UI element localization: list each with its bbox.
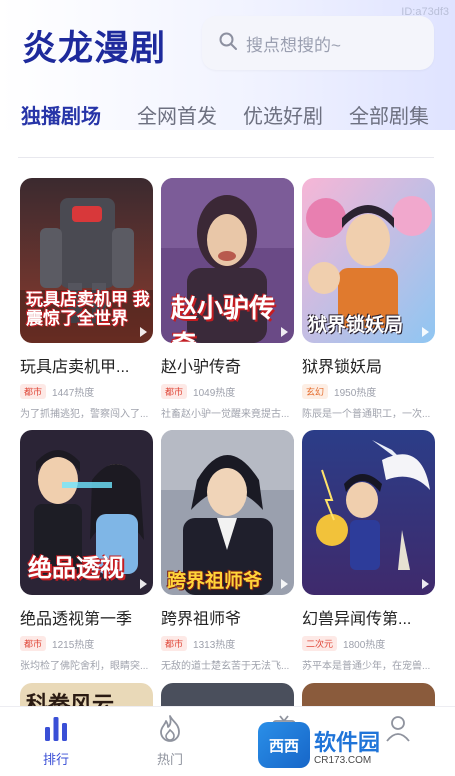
genre-tag: 都市 <box>161 636 188 651</box>
poster-image: 狱界锁妖局 <box>302 178 435 343</box>
heat-count: 1215热度 <box>52 640 95 651</box>
poster-image: 玩具店卖机甲 我震惊了全世界 <box>20 178 153 343</box>
drama-card[interactable]: 跨界祖师爷 跨界祖师爷 都市 1313热度 无敌的道士楚玄苦于无法飞... <box>161 430 294 672</box>
genre-tag: 二次元 <box>302 636 338 651</box>
drama-title: 跨界祖师爷 <box>161 611 242 628</box>
drama-description: 陈辰是一个普通职工，一次... <box>302 409 431 420</box>
drama-title: 赵小驴传奇 <box>161 359 242 376</box>
watermark-badge-text: 西西 <box>268 737 299 755</box>
poster-text: 跨界祖师爷 <box>167 571 263 592</box>
drama-title: 幻兽异闻传第... <box>302 611 412 628</box>
poster-text: 玩具店卖机甲 我震惊了全世界 <box>26 290 150 328</box>
search-icon <box>218 31 238 56</box>
genre-tag: 都市 <box>20 384 47 399</box>
flame-icon <box>140 713 200 743</box>
poster-text: 绝品透视 <box>28 555 124 582</box>
nav-label: 热门 <box>156 752 183 767</box>
drama-description: 张均检了佛陀舍利，眼睛突... <box>20 661 149 672</box>
tab-premiere[interactable]: 全网首发 <box>137 100 217 129</box>
genre-tag: 都市 <box>20 636 47 651</box>
play-icon <box>281 579 288 589</box>
nav-ranking[interactable]: 排行 <box>26 713 86 768</box>
play-icon <box>140 579 147 589</box>
genre-tag: 都市 <box>161 384 188 399</box>
site-watermark: 西西 软件园 CR173.COM <box>258 720 452 770</box>
heat-count: 1049热度 <box>193 388 236 399</box>
play-icon <box>281 327 288 337</box>
play-icon <box>422 579 429 589</box>
tabs-divider <box>18 157 434 158</box>
drama-card[interactable]: 玩具店卖机甲 我震惊了全世界 玩具店卖机甲... 都市 1447热度 为了抓捕逃犯… <box>20 178 153 420</box>
tab-all[interactable]: 全部剧集 <box>349 100 429 129</box>
nav-hot[interactable]: 热门 <box>140 713 200 768</box>
drama-card[interactable]: 赵小驴传奇 赵小驴传奇 都市 1049热度 社畜赵小驴一觉醒来竟提古... <box>161 178 294 420</box>
search-placeholder: 搜点想搜的~ <box>246 35 341 55</box>
app-title: 炎龙漫剧 <box>22 29 167 68</box>
drama-description: 无敌的道士楚玄苦于无法飞... <box>161 661 290 672</box>
drama-title: 玩具店卖机甲... <box>20 359 130 376</box>
poster-image <box>302 430 435 595</box>
drama-title: 绝品透视第一季 <box>20 611 133 628</box>
drama-description: 苏平本是普通少年，在宠兽... <box>302 661 431 672</box>
poster-image: 绝品透视 <box>20 430 153 595</box>
play-icon <box>140 327 147 337</box>
tab-exclusive[interactable]: 独播剧场 <box>21 100 101 129</box>
drama-description: 社畜赵小驴一觉醒来竟提古... <box>161 409 290 420</box>
tab-selected[interactable]: 优选好剧 <box>243 100 323 129</box>
drama-card[interactable]: 幻兽异闻传第... 二次元 1800热度 苏平本是普通少年，在宠兽... <box>302 430 435 672</box>
heat-count: 1800热度 <box>343 640 386 651</box>
category-tabs: 独播剧场 全网首发 优选好剧 全部剧集 <box>0 100 455 136</box>
poster-image: 赵小驴传奇 <box>161 178 294 343</box>
watermark-name: 软件园 <box>314 729 381 755</box>
watermark-badge: 西西 <box>258 722 310 768</box>
poster-image: 跨界祖师爷 <box>161 430 294 595</box>
heat-count: 1313热度 <box>193 640 236 651</box>
drama-card[interactable]: 狱界锁妖局 狱界锁妖局 玄幻 1950热度 陈辰是一个普通职工，一次... <box>302 178 435 420</box>
genre-tag: 玄幻 <box>302 384 329 399</box>
search-bar[interactable]: 搜点想搜的~ <box>202 16 434 70</box>
bar-chart-icon <box>26 713 86 743</box>
drama-title: 狱界锁妖局 <box>302 359 383 376</box>
poster-text: 赵小驴传奇 <box>171 293 276 343</box>
poster-text: 狱界锁妖局 <box>308 315 404 336</box>
nav-label: 排行 <box>42 752 69 767</box>
watermark-url: CR173.COM <box>314 754 372 766</box>
heat-count: 1950热度 <box>334 388 377 399</box>
drama-description: 为了抓捕逃犯，警察闯入了... <box>20 409 149 420</box>
play-icon <box>422 327 429 337</box>
drama-card[interactable]: 绝品透视 绝品透视第一季 都市 1215热度 张均检了佛陀舍利，眼睛突... <box>20 430 153 672</box>
heat-count: 1447热度 <box>52 388 95 399</box>
